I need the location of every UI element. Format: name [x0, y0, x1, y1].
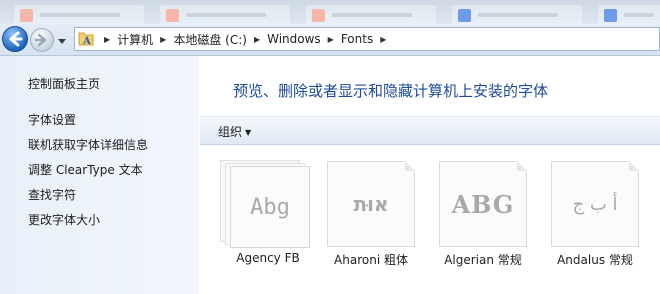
tab-favicon-icon [458, 9, 471, 22]
font-name: Agency FB [236, 251, 300, 265]
browser-tab-strip [0, 0, 660, 24]
font-settings-link[interactable]: 字体设置 [28, 111, 76, 128]
font-preview-tile: אוּת [327, 161, 415, 247]
command-bar: 组织 ▼ [200, 116, 660, 145]
fonts-folder-icon: A [78, 30, 94, 50]
history-dropdown-icon[interactable] [57, 35, 67, 49]
browser-tab[interactable] [598, 5, 660, 24]
font-item-agency-fb[interactable]: Abg Agency FB [218, 158, 318, 268]
svg-text:A: A [82, 36, 91, 47]
breadcrumb-chevron-icon[interactable]: ▶ [104, 35, 110, 44]
font-name: Aharoni 粗体 [334, 253, 408, 267]
font-name: Andalus 常规 [557, 253, 633, 267]
tab-title-placeholder [186, 13, 266, 17]
navigation-bar: A ▶ 计算机 ▶ 本地磁盘 (C:) ▶ Windows ▶ Fonts ▶ [0, 24, 660, 56]
tab-favicon-icon [20, 9, 33, 22]
tab-title-placeholder [332, 13, 412, 17]
tab-title-placeholder [624, 13, 654, 17]
caret-down-icon: ▼ [245, 128, 252, 137]
find-character-link[interactable]: 查找字符 [28, 186, 76, 203]
organize-label: 组织 [218, 125, 243, 139]
breadcrumb-chevron-icon[interactable]: ▶ [380, 35, 386, 44]
breadcrumb-computer[interactable]: 计算机 [117, 31, 153, 48]
font-sample: אוּת [353, 192, 389, 216]
page-title: 预览、删除或者显示和隐藏计算机上安装的字体 [233, 82, 549, 100]
font-sample: Abg [250, 194, 290, 220]
browser-tab[interactable] [14, 5, 144, 24]
font-item-aharoni[interactable]: אוּת Aharoni 粗体 [321, 158, 421, 268]
change-font-size-link[interactable]: 更改字体大小 [28, 211, 100, 228]
breadcrumb-windows[interactable]: Windows [267, 32, 321, 46]
browser-tab[interactable] [452, 5, 582, 24]
tab-favicon-icon [604, 9, 617, 22]
browser-tab[interactable] [306, 5, 436, 24]
font-sample: ABG [451, 189, 515, 219]
breadcrumb-fonts[interactable]: Fonts [341, 32, 373, 46]
breadcrumb-local-disk[interactable]: 本地磁盘 (C:) [173, 31, 247, 48]
tab-favicon-icon [166, 9, 179, 22]
breadcrumb-chevron-icon[interactable]: ▶ [160, 35, 166, 44]
font-sample: أ ب ج [572, 193, 618, 215]
font-item-algerian[interactable]: ABG Algerian 常规 [433, 158, 533, 268]
font-preview-tile: ABG [439, 161, 527, 247]
address-bar[interactable]: A ▶ 计算机 ▶ 本地磁盘 (C:) ▶ Windows ▶ Fonts ▶ [74, 27, 660, 51]
font-name: Algerian 常规 [444, 253, 522, 267]
breadcrumb-chevron-icon[interactable]: ▶ [328, 35, 334, 44]
back-arrow-icon[interactable] [2, 26, 28, 52]
page-fold [405, 161, 415, 171]
font-preview-tile: أ ب ج [551, 161, 639, 247]
tab-title-placeholder [40, 13, 120, 17]
control-panel-home-link[interactable]: 控制面板主页 [28, 75, 100, 92]
page-fold [629, 161, 639, 171]
tab-title-placeholder [478, 13, 558, 17]
task-pane: 控制面板主页 字体设置 联机获取字体详细信息 调整 ClearType 文本 查… [0, 56, 199, 294]
breadcrumb: ▶ 计算机 ▶ 本地磁盘 (C:) ▶ Windows ▶ Fonts ▶ [97, 28, 393, 50]
organize-button[interactable]: 组织 ▼ [218, 123, 251, 140]
font-preview-tile: Abg [230, 166, 310, 248]
get-font-info-online-link[interactable]: 联机获取字体详细信息 [28, 136, 148, 153]
adjust-cleartype-link[interactable]: 调整 ClearType 文本 [28, 161, 143, 178]
tab-favicon-icon [312, 9, 325, 22]
page-fold [517, 161, 527, 171]
browser-tab[interactable] [160, 5, 290, 24]
font-item-andalus[interactable]: أ ب ج Andalus 常规 [545, 158, 645, 268]
breadcrumb-chevron-icon[interactable]: ▶ [254, 35, 260, 44]
forward-arrow-icon[interactable] [30, 28, 54, 52]
